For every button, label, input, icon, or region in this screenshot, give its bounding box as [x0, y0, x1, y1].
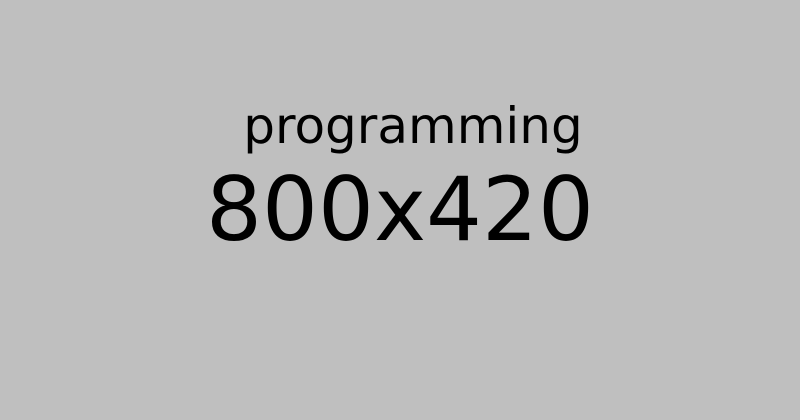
- placeholder-dimensions: 800x420: [205, 158, 594, 261]
- placeholder-label: programming: [243, 97, 583, 155]
- placeholder-image: programming 800x420: [0, 0, 800, 420]
